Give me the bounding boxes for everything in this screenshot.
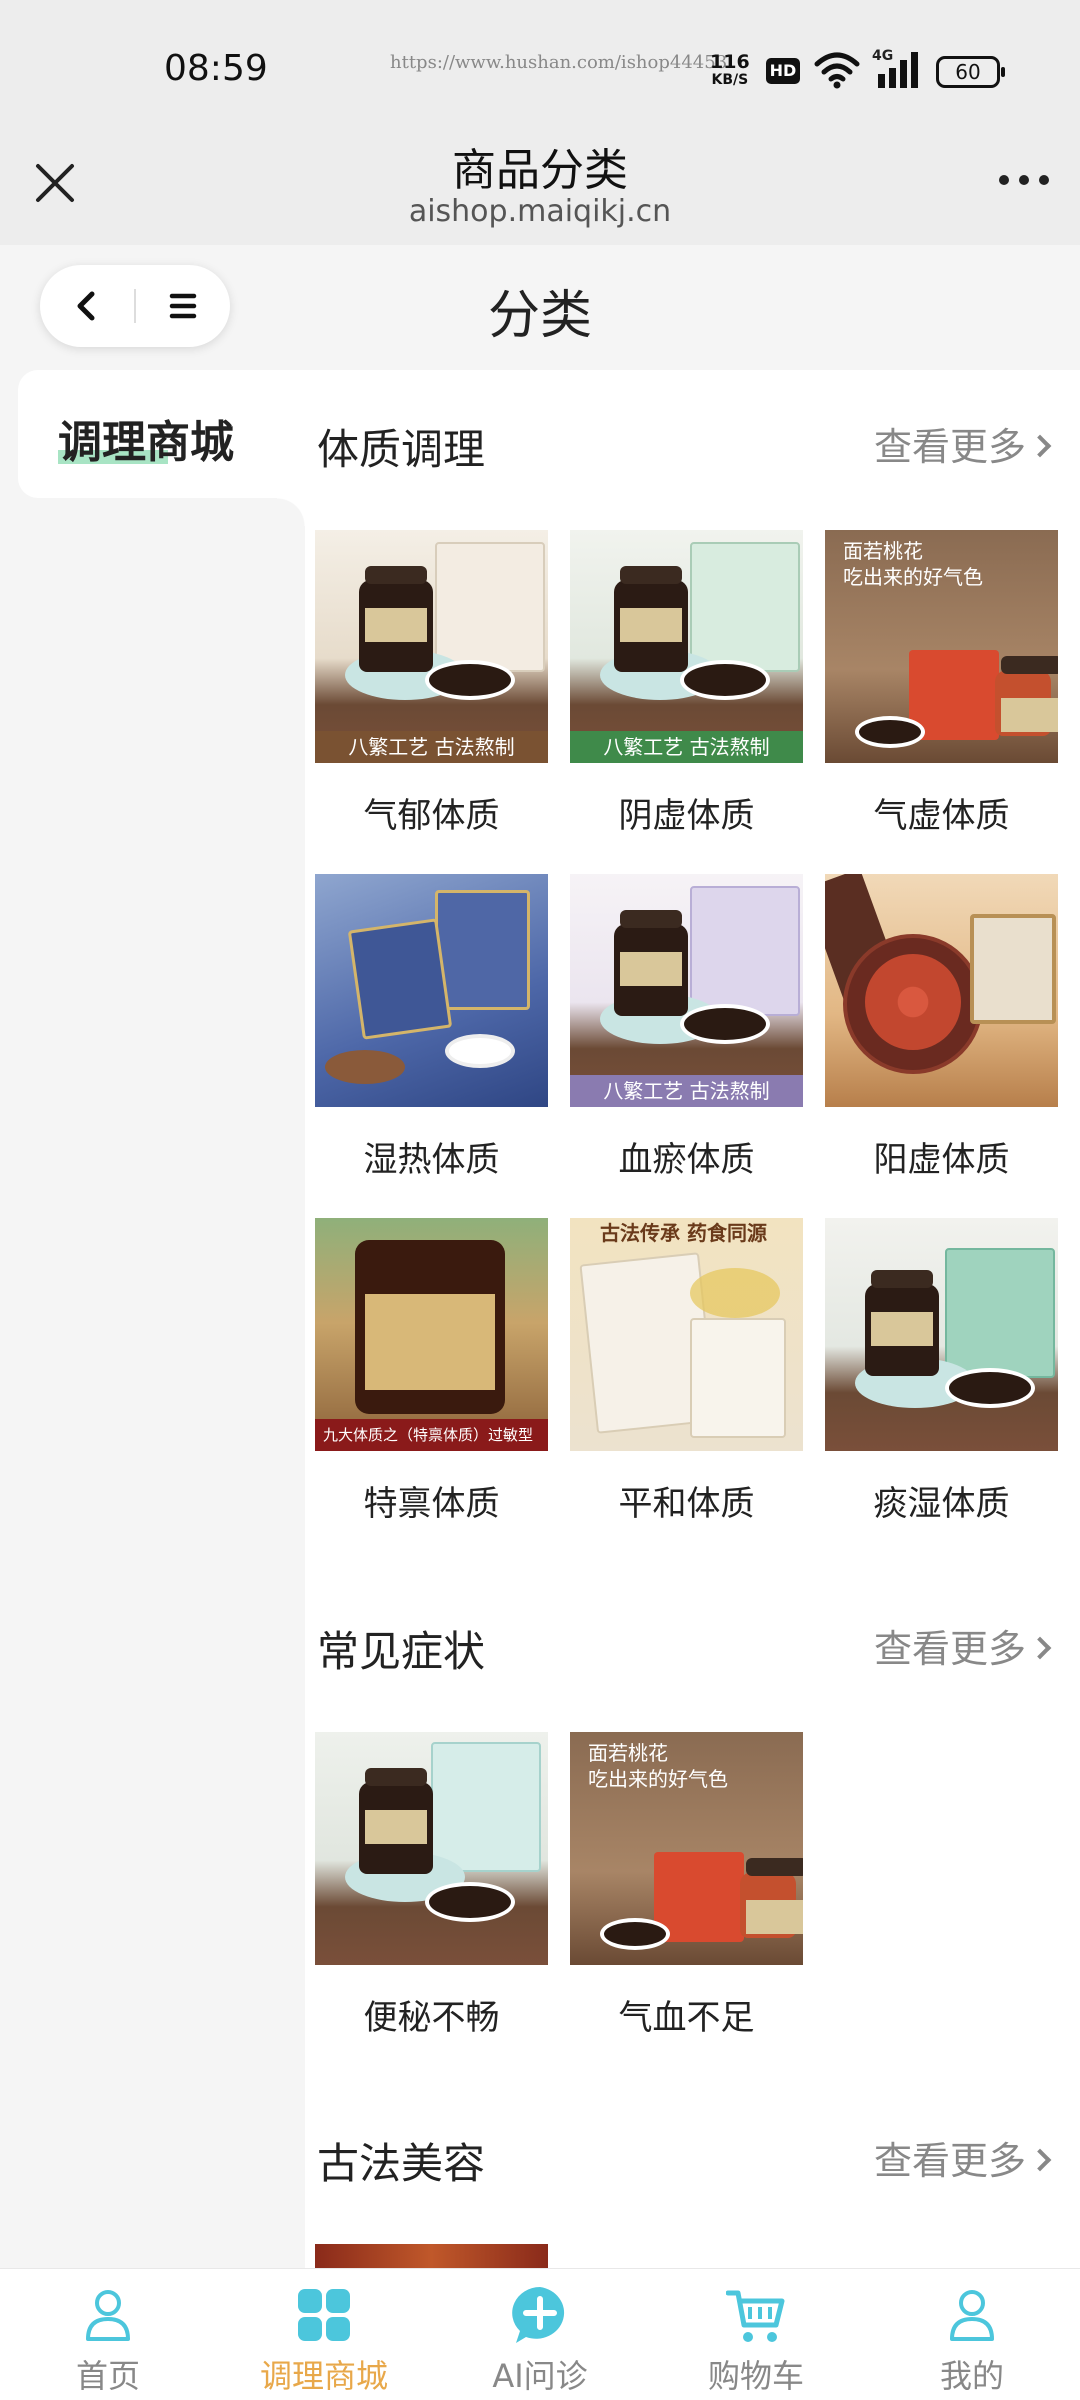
product-image: 八繁工艺 古法熬制 [570, 874, 803, 1107]
product-card[interactable]: 面若桃花 吃出来的好气色 气血不足 [570, 1732, 803, 2042]
product-label: 阴虚体质 [618, 796, 755, 836]
chat-plus-icon [512, 2287, 565, 2343]
nav-label: 调理商城 [259, 2357, 388, 2395]
person-icon [86, 2290, 130, 2341]
section-title: 常见症状 [317, 1627, 486, 1676]
status-url: https://www.hushan.com/ishop44453 [390, 52, 728, 73]
cart-icon [726, 2290, 785, 2342]
product-card[interactable]: 古法传承 药食同源 平和体质 [570, 1218, 803, 1528]
bottom-nav: 首页 调理商城 AI问诊 购物车 我的 [0, 2268, 1080, 2400]
chevron-right-icon [1028, 2148, 1052, 2172]
product-label: 气血不足 [618, 1998, 755, 2038]
product-card[interactable]: 八繁工艺 古法熬制 阴虚体质 [570, 530, 803, 840]
image-text-line1: 面若桃花 [843, 539, 923, 563]
section-symptoms: 常见症状 查看更多 [305, 1618, 1080, 1678]
status-time: 08:59 [164, 48, 268, 89]
image-text-line1: 古法传承 药食同源 [600, 1221, 767, 1245]
category-title: 分类 [487, 286, 592, 346]
person-icon [950, 2290, 994, 2341]
network-speed-value: 116 [710, 51, 750, 73]
product-label: 血瘀体质 [618, 1140, 755, 1180]
product-image: 面若桃花 吃出来的好气色 [825, 530, 1058, 763]
image-caption: 九大体质之（特禀体质）过敏型 [315, 1419, 548, 1451]
page-title: 商品分类 [452, 145, 628, 196]
sidebar-item-label: 调理商城 [58, 417, 234, 468]
product-card[interactable]: 八繁工艺 古法熬制 血瘀体质 [570, 874, 803, 1184]
view-more-link[interactable]: 查看更多 [873, 416, 1052, 471]
title-bar: 商品分类 aishop.maiqikj.cn [0, 120, 1080, 245]
product-card[interactable]: 八繁工艺 古法熬制 气郁体质 [315, 530, 548, 840]
nav-label: AI问诊 [492, 2357, 588, 2395]
product-card[interactable]: 便秘不畅 [315, 1732, 548, 2042]
nav-label: 我的 [939, 2357, 1004, 2395]
product-image: 古法传承 药食同源 [570, 1218, 803, 1451]
chevron-right-icon [1028, 434, 1052, 458]
product-card[interactable]: 面若桃花 吃出来的好气色 气虚体质 [825, 530, 1058, 840]
view-more-label: 查看更多 [873, 2139, 1026, 2183]
view-more-link[interactable]: 查看更多 [873, 1618, 1052, 1673]
nav-item-shop[interactable]: 调理商城 [216, 2269, 432, 2400]
product-image [825, 874, 1058, 1107]
category-sidebar: 调理商城 [0, 370, 305, 2268]
product-label: 湿热体质 [363, 1140, 500, 1180]
view-more-label: 查看更多 [873, 425, 1026, 469]
product-image: 八繁工艺 古法熬制 [315, 530, 548, 763]
battery-icon: 60 [936, 56, 1005, 88]
product-image [315, 1732, 548, 1965]
product-label: 气郁体质 [363, 796, 500, 836]
product-card[interactable]: 九大体质之（特禀体质）过敏型 特禀体质 [315, 1218, 548, 1528]
page-domain: aishop.maiqikj.cn [408, 194, 672, 229]
image-text-line2: 吃出来的好气色 [588, 1767, 728, 1791]
nav-item-cart[interactable]: 购物车 [648, 2269, 864, 2400]
category-content: 体质调理 查看更多 八繁工艺 古法熬制 气郁体质 八繁工艺 古法熬制 阴虚体质 … [305, 370, 1080, 2268]
product-label: 痰湿体质 [873, 1484, 1010, 1524]
sidebar-item-tiaoli-shop[interactable]: 调理商城 [18, 370, 305, 526]
product-label: 气虚体质 [873, 796, 1010, 836]
product-label: 阳虚体质 [873, 1140, 1010, 1180]
product-image-partial[interactable] [315, 2244, 548, 2268]
nav-item-ai[interactable]: AI问诊 [432, 2269, 648, 2400]
image-caption: 八繁工艺 古法熬制 [570, 1075, 803, 1107]
section-title: 体质调理 [317, 425, 486, 474]
hd-icon: HD [766, 58, 800, 84]
network-speed-unit: KB/S [711, 72, 749, 88]
product-card[interactable]: 阳虚体质 [825, 874, 1058, 1184]
more-icon[interactable] [994, 165, 1054, 195]
section-beauty: 古法美容 查看更多 [305, 2130, 1080, 2190]
product-label: 平和体质 [618, 1484, 755, 1524]
chevron-right-icon [1028, 1636, 1052, 1660]
wifi-icon [814, 52, 860, 89]
product-card[interactable]: 痰湿体质 [825, 1218, 1058, 1528]
nav-label: 购物车 [707, 2357, 804, 2395]
category-header: 分类 [0, 245, 1080, 370]
product-image [315, 874, 548, 1107]
product-image: 八繁工艺 古法熬制 [570, 530, 803, 763]
status-bar: 08:59 https://www.hushan.com/ishop44453 … [0, 0, 1080, 120]
view-more-label: 查看更多 [873, 1627, 1026, 1671]
network-speed: 116 KB/S [710, 52, 750, 88]
nav-label: 首页 [75, 2357, 140, 2395]
image-caption: 八繁工艺 古法熬制 [315, 731, 548, 763]
nav-item-home[interactable]: 首页 [0, 2269, 216, 2400]
section-title: 古法美容 [317, 2139, 486, 2188]
nav-item-mine[interactable]: 我的 [864, 2269, 1080, 2400]
product-image [825, 1218, 1058, 1451]
product-label: 特禀体质 [363, 1484, 500, 1524]
product-image: 九大体质之（特禀体质）过敏型 [315, 1218, 548, 1451]
grid-icon [298, 2289, 350, 2341]
product-label: 便秘不畅 [363, 1998, 500, 2038]
image-text-line1: 面若桃花 [588, 1741, 668, 1765]
view-more-link[interactable]: 查看更多 [873, 2130, 1052, 2185]
signal-icon [878, 52, 918, 88]
image-caption: 八繁工艺 古法熬制 [570, 731, 803, 763]
product-card[interactable]: 湿热体质 [315, 874, 548, 1184]
image-text-line2: 吃出来的好气色 [843, 565, 983, 589]
product-image: 面若桃花 吃出来的好气色 [570, 1732, 803, 1965]
